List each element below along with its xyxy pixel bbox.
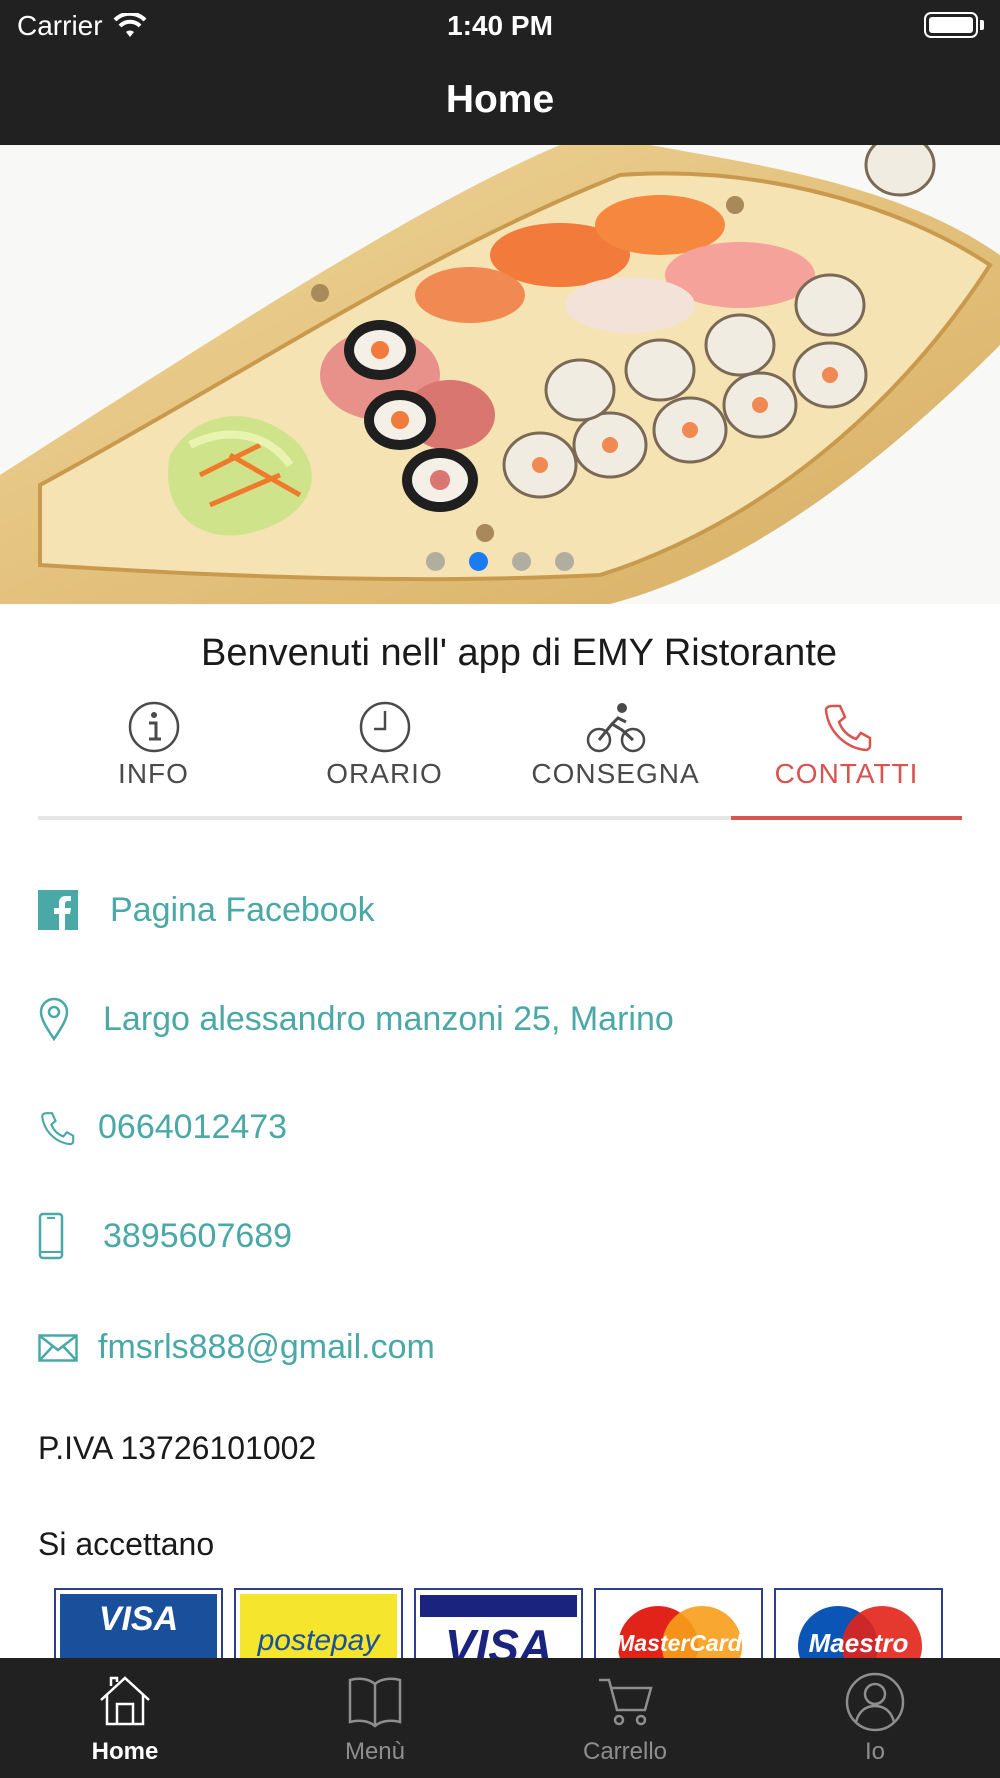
facebook-label: Pagina Facebook [110, 890, 375, 929]
tab-orario[interactable]: ORARIO [269, 690, 500, 820]
carousel-dot[interactable] [512, 552, 531, 571]
address-link[interactable]: Largo alessandro manzoni 25, Marino [38, 997, 674, 1041]
email-link[interactable]: fmsrls888@gmail.com [38, 1328, 435, 1367]
top-bar: Carrier 1:40 PM Home [0, 0, 1000, 145]
tab-contatti[interactable]: CONTATTI [731, 690, 962, 820]
book-icon [348, 1677, 402, 1728]
tab-info-label: INFO [118, 758, 189, 789]
mobile-number: 3895607689 [103, 1216, 293, 1255]
mastercard-card-label: MasterCard [615, 1630, 742, 1656]
battery-tip [980, 20, 984, 30]
address-label: Largo alessandro manzoni 25, Marino [103, 999, 674, 1038]
bicycle-icon [586, 703, 645, 753]
tab-consegna[interactable]: CONSEGNA [500, 690, 731, 820]
bottom-tab-cart[interactable]: Carrello [500, 1658, 750, 1778]
tab-underline-active [731, 816, 962, 820]
bottom-tab-profile[interactable]: Io [750, 1658, 1000, 1778]
carousel-dot-active[interactable] [469, 552, 488, 571]
facebook-link[interactable]: Pagina Facebook [38, 890, 375, 930]
facebook-icon [38, 890, 78, 930]
battery-icon [924, 12, 978, 38]
status-time: 1:40 PM [447, 10, 553, 41]
visa-electron-card-label: VISA [98, 1600, 179, 1638]
postepay-card-label: postepay [257, 1624, 380, 1657]
tab-underline [38, 816, 269, 820]
tab-consegna-label: CONSEGNA [531, 758, 700, 789]
carousel-dot[interactable] [555, 552, 574, 571]
bottom-tab-profile-label: Io [864, 1738, 885, 1765]
bottom-tab-menu[interactable]: Menù [250, 1658, 500, 1778]
carousel-dot[interactable] [426, 552, 445, 571]
mail-icon [38, 1333, 78, 1362]
bottom-tab-home[interactable]: Home [0, 1658, 250, 1778]
home-icon [100, 1676, 150, 1726]
info-icon [128, 701, 179, 753]
welcome-text: Benvenuti nell' app di EMY Ristorante [200, 632, 838, 674]
clock-icon [359, 701, 410, 753]
phone-number: 0664012473 [98, 1108, 288, 1146]
bottom-tab-bar: Home Menù Carrello Io [0, 1658, 1000, 1778]
mobile-phone-icon [38, 1212, 64, 1260]
bottom-tab-menu-label: Menù [344, 1738, 406, 1765]
tab-contatti-label: CONTATTI [774, 758, 919, 789]
accepted-payments-title: Si accettano [38, 1526, 215, 1562]
phone-icon [824, 704, 871, 752]
user-icon [845, 1672, 905, 1732]
sushi-boat-image [0, 145, 1000, 604]
phone-icon [41, 1111, 75, 1145]
tab-underline [500, 816, 731, 820]
page-title: Home [445, 78, 555, 121]
mobile-link[interactable]: 3895607689 [38, 1212, 292, 1260]
location-pin-icon [39, 997, 69, 1041]
bottom-tab-cart-label: Carrello [582, 1738, 668, 1765]
tab-info[interactable]: INFO [38, 690, 269, 820]
bottom-tab-home-label: Home [91, 1738, 159, 1765]
hero-carousel[interactable] [0, 145, 1000, 604]
cart-icon [599, 1678, 653, 1726]
vat-number: P.IVA 13726101002 [38, 1430, 317, 1466]
section-tabs: INFO ORARIO CONSEGNA CONTATTI [38, 690, 962, 820]
carousel-indicator[interactable] [0, 552, 1000, 571]
tab-orario-label: ORARIO [326, 758, 443, 789]
email-address: fmsrls888@gmail.com [98, 1328, 435, 1366]
maestro-card-label: Maestro [808, 1628, 909, 1658]
phone-link[interactable]: 0664012473 [38, 1108, 287, 1147]
tab-underline [269, 816, 500, 820]
